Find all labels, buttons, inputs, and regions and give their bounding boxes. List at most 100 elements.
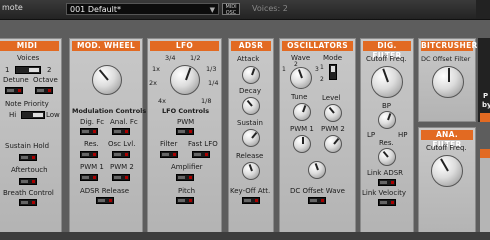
right-edge-orange-bar (480, 113, 490, 122)
mod-wheel-header: MOD. WHEEL (72, 41, 140, 51)
lfo-panel: LFO 3/4 1/2 1x 1/3 2x 1/4 4x 1/8 LFO Con… (147, 38, 222, 238)
dig-fc-switch[interactable] (80, 128, 98, 135)
dig-res-label: Res. (379, 139, 394, 147)
lfo-filter-label: Filter (160, 140, 178, 148)
pwm2-switch[interactable] (112, 174, 130, 181)
mode-label: Mode (323, 54, 343, 62)
pitch-label: Pitch (178, 187, 196, 195)
aftertouch-label: Aftertouch (11, 166, 48, 174)
fast-lfo-label: Fast LFO (188, 140, 218, 148)
lp-label: LP (367, 131, 376, 139)
level-label: Level (322, 94, 341, 102)
osc-pwm2-knob[interactable] (324, 135, 342, 153)
attack-label: Attack (237, 55, 260, 63)
pwm1-switch[interactable] (80, 174, 98, 181)
anal-fc-switch[interactable] (112, 128, 130, 135)
midi-panel: MIDI Voices 1 2 Detune Octave Note Prior… (0, 38, 62, 238)
dig-cutoff-knob[interactable] (371, 66, 403, 98)
osc-lvl-switch[interactable] (112, 151, 130, 158)
link-velocity-label: Link Velocity (362, 189, 407, 197)
ana-cutoff-label: Cutoff Freq. (426, 144, 467, 152)
sustain-hold-label: Sustain Hold (5, 142, 50, 150)
mod-wheel-knob[interactable] (92, 65, 122, 95)
voices-1-label: 1 (5, 66, 10, 74)
filter-mode-knob[interactable] (378, 111, 396, 129)
right-edge-text-1: P (483, 92, 489, 100)
pwm1-label: PWM 1 (80, 163, 104, 171)
right-edge-lower-panel (480, 158, 490, 238)
lfo-pwm-switch[interactable] (176, 128, 194, 135)
dig-cutoff-label: Cutoff Freq. (366, 55, 407, 63)
oscillators-panel: OSCILLATORS Wave Mode 1 2 3 1 2 Tune Lev… (279, 38, 356, 238)
tune-label: Tune (291, 93, 308, 101)
dc-offset-wave-knob[interactable] (308, 161, 326, 179)
ana-filter-panel: ANA. FILTER Cutoff Freq. (418, 127, 476, 238)
mode-toggle[interactable] (329, 64, 337, 80)
attack-knob[interactable] (242, 66, 260, 84)
modulation-controls-label: Modulation Controls (72, 107, 147, 115)
lfo-rate-1-8: 1/8 (201, 97, 212, 105)
dig-res-knob[interactable] (378, 148, 396, 166)
link-velocity-switch[interactable] (378, 199, 396, 206)
wave-1-label: 1 (282, 66, 286, 73)
lfo-rate-4x: 4x (158, 97, 166, 105)
dc-offset-wave-switch[interactable] (308, 197, 326, 204)
adsr-release-switch[interactable] (96, 197, 114, 204)
oscillators-header: OSCILLATORS (282, 41, 353, 51)
dig-filter-panel: DIG. FILTER Cutoff Freq. BP LP Res. HP L… (360, 38, 414, 238)
osc-lvl-label: Osc Lvl. (108, 140, 136, 148)
midi-osc-button[interactable]: MIDI OSC (222, 3, 240, 16)
lfo-filter-switch[interactable] (160, 151, 178, 158)
window-title: mote (2, 3, 23, 12)
release-knob[interactable] (242, 162, 260, 180)
link-adsr-switch[interactable] (378, 179, 396, 186)
osc-pwm1-knob[interactable] (293, 135, 311, 153)
ana-cutoff-knob[interactable] (431, 155, 463, 187)
amplifier-switch[interactable] (176, 174, 194, 181)
octave-label: Octave (33, 76, 58, 84)
adsr-header: ADSR (231, 41, 271, 51)
right-edge-panel: P by (478, 38, 490, 122)
midi-osc-label: MIDI OSC (225, 4, 237, 16)
key-off-att-switch[interactable] (242, 197, 260, 204)
breath-control-switch[interactable] (19, 199, 37, 206)
detune-switch[interactable] (5, 87, 23, 94)
dig-filter-header: DIG. FILTER (363, 41, 411, 60)
wave-3-label: 3 (315, 66, 319, 73)
sustain-knob[interactable] (242, 129, 260, 147)
voices-status: Voices: 2 (252, 4, 288, 13)
right-edge-orange-bar-2 (480, 149, 490, 158)
anal-fc-label: Anal. Fc (110, 118, 138, 126)
osc-pwm1-label: PWM 1 (290, 125, 314, 133)
sustain-hold-switch[interactable] (19, 154, 37, 161)
bottom-strip (0, 232, 490, 240)
octave-switch[interactable] (35, 87, 53, 94)
bitcrusher-header: BITCRUSHER (421, 41, 478, 51)
tune-knob[interactable] (293, 103, 311, 121)
note-priority-toggle[interactable] (21, 111, 45, 119)
right-edge-text-2: by (482, 101, 490, 109)
detune-label: Detune (3, 76, 29, 84)
lfo-header: LFO (150, 41, 219, 51)
level-knob[interactable] (324, 104, 342, 122)
pitch-switch[interactable] (176, 197, 194, 204)
wave-knob[interactable] (290, 67, 312, 89)
lfo-rate-1x: 1x (152, 65, 160, 73)
lfo-rate-2x: 2x (149, 79, 157, 87)
fast-lfo-switch[interactable] (192, 151, 210, 158)
bp-label: BP (382, 102, 392, 110)
decay-knob[interactable] (242, 97, 260, 115)
lfo-rate-knob[interactable] (170, 65, 200, 95)
preset-selector[interactable]: 001 Default* ▼ (66, 3, 219, 15)
lfo-rate-1-2: 1/2 (190, 54, 201, 62)
voices-toggle[interactable] (15, 66, 41, 74)
release-label: Release (236, 152, 264, 160)
dropdown-arrow-icon[interactable]: ▼ (210, 4, 215, 16)
lfo-pwm-label: PWM (177, 118, 195, 126)
note-priority-low-label: Low (46, 111, 60, 119)
lfo-controls-label: LFO Controls (162, 107, 210, 115)
aftertouch-switch[interactable] (19, 178, 37, 185)
dc-offset-filter-knob[interactable] (432, 66, 464, 98)
adsr-panel: ADSR Attack Decay Sustain Release Key-Of… (228, 38, 274, 238)
res-switch[interactable] (80, 151, 98, 158)
